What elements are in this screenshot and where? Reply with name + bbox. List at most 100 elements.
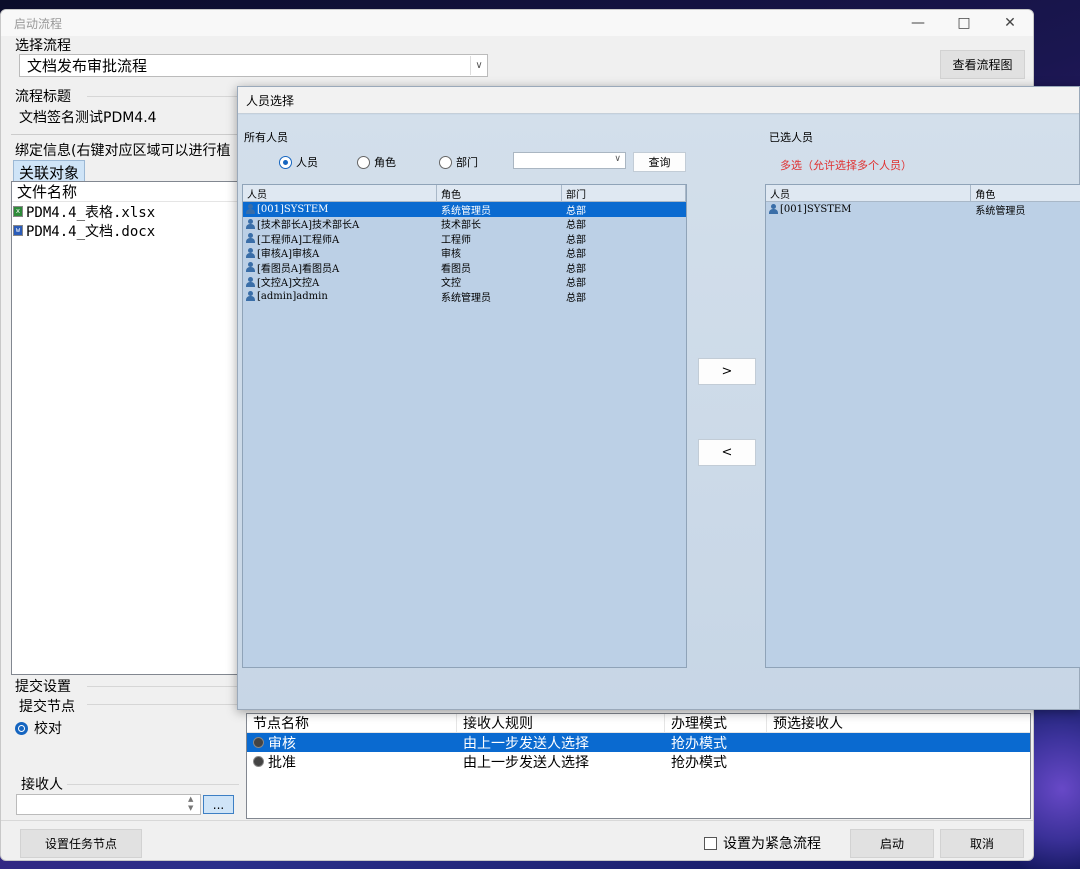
person-icon [245,204,255,215]
dialog-title-bar: 人员选择 [238,87,1079,114]
maximize-icon[interactable]: □ [941,10,987,36]
person-icon [245,233,255,244]
list-item[interactable]: [001]SYSTEM 系统管理员 总部 [243,202,686,217]
urgent-checkbox[interactable]: 设置为紧急流程 [704,833,821,853]
list-item[interactable]: x PDM4.4_表格.xlsx [12,202,238,221]
node-radio-label: 校对 [34,721,62,737]
filter-role-label: 角色 [374,156,396,169]
set-task-node-button[interactable]: 设置任务节点 [20,829,142,858]
flow-title-label: 流程标题 [15,89,71,105]
list-item[interactable]: [工程师A]工程师A 工程师 总部 [243,231,686,246]
window-title: 启动流程 [14,16,63,31]
close-icon[interactable]: ✕ [987,10,1033,36]
table-header: 节点名称 接收人规则 办理模式 预选接收人 [247,714,1030,733]
list-item[interactable]: [文控A]文控A 文控 总部 [243,275,686,290]
checkbox-icon[interactable] [704,836,717,850]
cancel-button[interactable]: 取消 [940,829,1024,858]
table-row[interactable]: 批准 由上一步发送人选择 抢办模式 [247,752,1030,771]
person-role: 工程师 [441,234,471,246]
column-header[interactable]: 预选接收人 [767,714,1030,732]
divider [67,784,239,785]
handle-mode: 抢办模式 [671,735,727,752]
selected-people-list: 人员 角色 [001]SYSTEM 系统管理员 [765,184,1080,668]
person-dept: 总部 [566,249,586,261]
submit-settings-label: 提交设置 [15,679,71,695]
person-name: [001]SYSTEM [257,203,329,215]
flow-select[interactable]: 文档发布审批流程 ∨ [19,54,488,77]
table-row[interactable]: 审核 由上一步发送人选择 抢办模式 [247,733,1030,752]
column-header[interactable]: 节点名称 [247,714,457,732]
person-select-dialog: 人员选择 所有人员 人员 角色 部门 ∨ 查询 人员 角色 部门 [001]SY… [237,86,1080,710]
select-flow-label: 选择流程 [15,38,71,54]
list-item[interactable]: [admin]admin 系统管理员 总部 [243,289,686,304]
divider [87,704,239,705]
selected-people-label: 已选人员 [769,131,813,144]
remove-person-button[interactable]: < [698,439,756,466]
view-flow-button[interactable]: 查看流程图 [940,50,1025,79]
person-role: 审核 [441,249,461,261]
column-header[interactable]: 角色 [437,185,562,201]
flow-title-input[interactable]: 文档签名测试PDM4.4 [19,107,157,127]
chevron-down-icon[interactable]: ∨ [614,154,621,164]
column-header[interactable]: 接收人规则 [457,714,665,732]
file-name: PDM4.4_表格.xlsx [26,204,156,221]
filter-person-radio[interactable]: 人员 [279,154,318,170]
filter-role-radio[interactable]: 角色 [357,154,396,170]
node-icon [253,737,264,748]
query-button[interactable]: 查询 [633,152,686,172]
nodes-table: 节点名称 接收人规则 办理模式 预选接收人 审核 由上一步发送人选择 抢办模式 … [246,713,1031,819]
person-role: 系统管理员 [975,205,1026,217]
excel-file-icon: x [13,206,23,217]
person-role: 技术部长 [441,220,481,232]
list-item[interactable]: [001]SYSTEM 系统管理员 [766,202,1080,217]
person-icon [768,204,778,215]
radio-icon[interactable] [357,155,370,169]
radio-selected-icon[interactable] [279,155,292,169]
list-item[interactable]: [技术部长A]技术部长A 技术部长 总部 [243,217,686,232]
person-dept: 总部 [566,234,586,246]
spin-arrows-icon[interactable]: ▲ ▼ [188,795,193,813]
column-header[interactable]: 部门 [562,185,686,201]
column-header[interactable]: 办理模式 [665,714,767,732]
filter-dept-radio[interactable]: 部门 [439,154,478,170]
divider [11,134,239,135]
person-role: 系统管理员 [441,205,491,217]
title-bar: 启动流程 [1,10,1033,36]
divider [87,686,239,687]
person-icon [245,247,255,258]
person-name: [看图员A]看图员A [257,263,340,275]
divider [1,820,1033,821]
column-header[interactable]: 人员 [766,185,972,201]
person-dept: 总部 [566,263,586,275]
column-header[interactable]: 人员 [243,185,437,201]
person-dept: 总部 [566,292,586,304]
filter-dept-label: 部门 [456,156,478,169]
list-item[interactable]: [审核A]审核A 审核 总部 [243,246,686,261]
dialog-title: 人员选择 [246,93,295,108]
filter-dropdown[interactable]: ∨ [513,152,626,169]
file-name-header[interactable]: 文件名称 [12,182,238,202]
chevron-down-icon[interactable]: ∨ [470,56,487,75]
bind-info-label: 绑定信息(右键对应区域可以进行植 [15,143,231,159]
person-icon [245,218,255,229]
submit-node-label: 提交节点 [19,699,75,715]
column-header[interactable]: 角色 [971,185,1080,201]
radio-icon[interactable] [439,155,452,169]
add-person-button[interactable]: > [698,358,756,385]
person-icon [245,262,255,273]
node-radio-jiaodui[interactable]: 校对 [15,718,62,738]
list-item[interactable]: [看图员A]看图员A 看图员 总部 [243,260,686,275]
file-list: 文件名称 x PDM4.4_表格.xlsx w PDM4.4_文档.docx [11,181,239,675]
radio-selected-icon[interactable] [15,721,28,735]
receiver-browse-button[interactable]: ... [203,795,234,814]
filter-person-label: 人员 [296,156,318,169]
person-dept: 总部 [566,205,586,217]
start-button[interactable]: 启动 [850,829,934,858]
multi-select-note: 多选（允许选择多个人员） [780,159,912,172]
list-item[interactable]: w PDM4.4_文档.docx [12,221,238,240]
person-dept: 总部 [566,278,586,290]
person-dept: 总部 [566,220,586,232]
receiver-input[interactable] [16,794,201,815]
minimize-icon[interactable]: — [895,10,941,36]
person-name: [admin]admin [257,290,328,302]
